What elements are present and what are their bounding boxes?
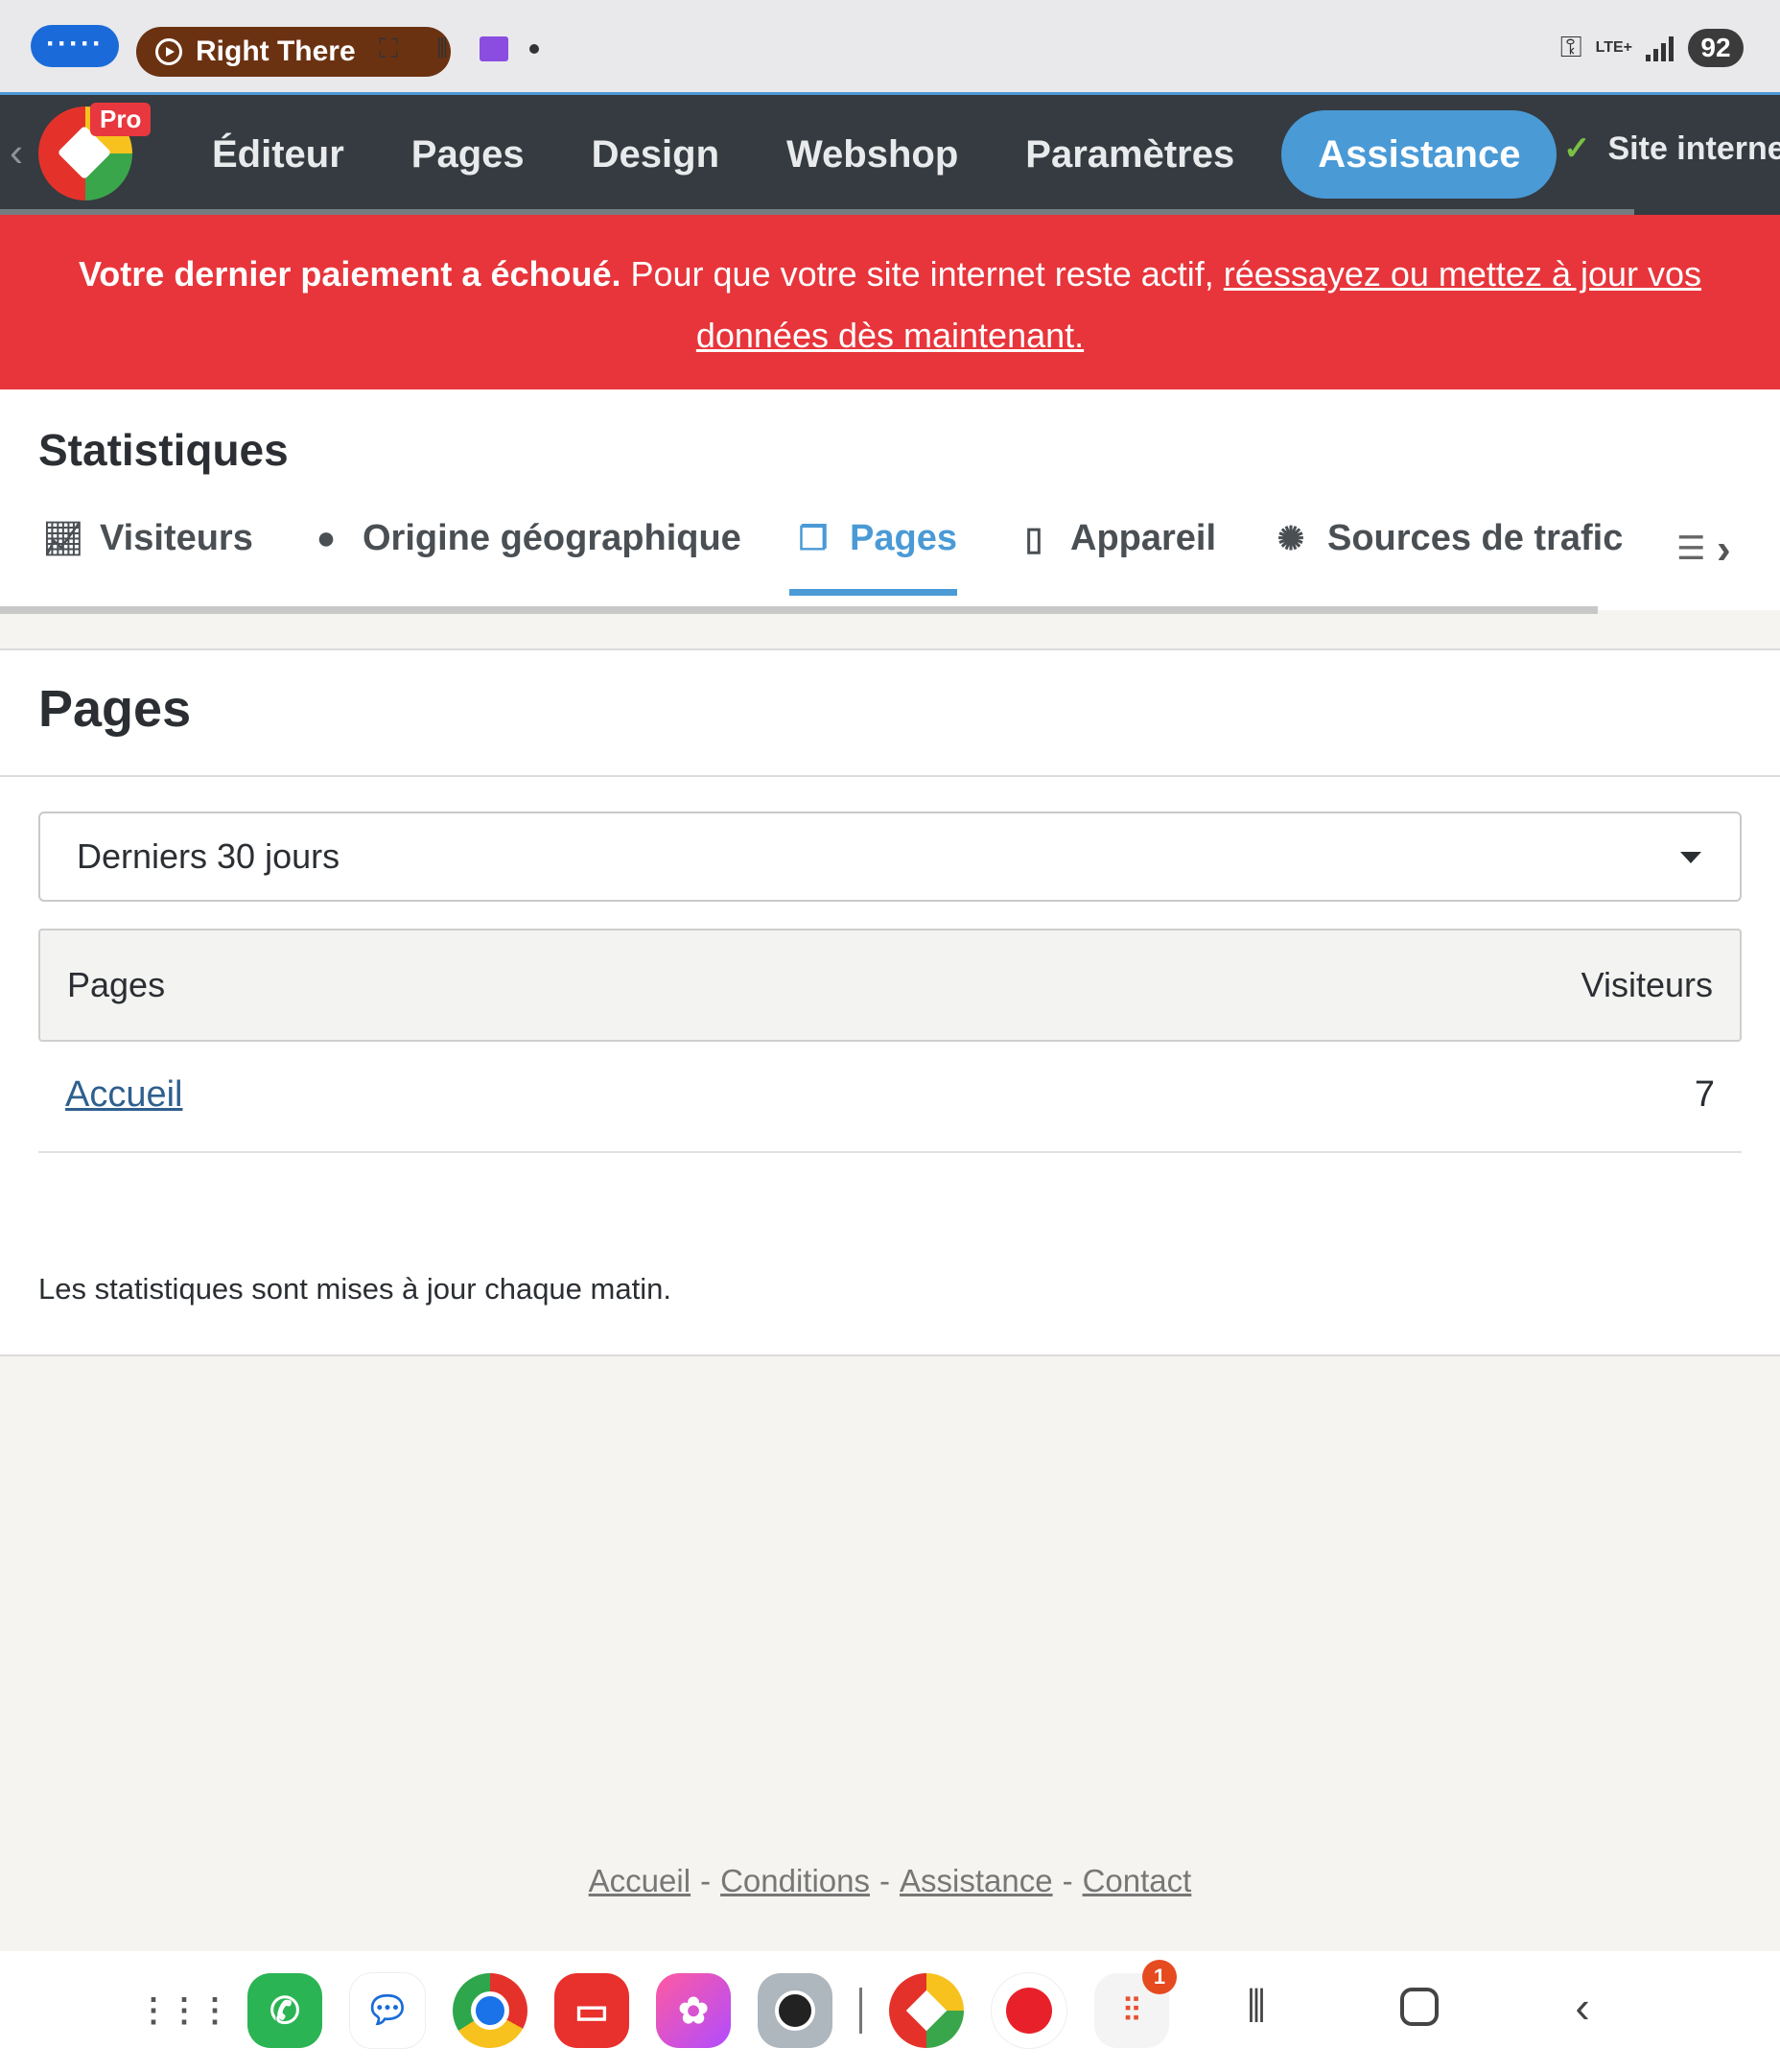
battery-level: 92 — [1688, 29, 1744, 67]
globe-icon: ● — [316, 520, 337, 556]
footer-links: Accueil - Conditions - Assistance - Contact — [0, 1863, 1780, 1899]
status-notification-icons: ⛶ ⦀ — [372, 33, 539, 65]
period-select[interactable]: Derniers 30 jours — [38, 812, 1742, 902]
tab-appareil[interactable]: ▯ Appareil — [1013, 518, 1216, 559]
payment-alert: Votre dernier paiement a échoué. Pour qu… — [0, 215, 1780, 389]
tab-origine-geographique[interactable]: ● Origine géographique — [305, 518, 741, 559]
traffic-icon: ✺ — [1276, 520, 1305, 557]
footer-link-contact[interactable]: Contact — [1083, 1863, 1192, 1898]
table-header: Pages Visiteurs — [38, 929, 1742, 1042]
alert-text: Pour que votre site internet reste actif… — [621, 254, 1224, 294]
status-pill[interactable]: ····· — [31, 25, 119, 67]
document-icon[interactable]: ☰ — [1676, 530, 1705, 568]
tab-label: Appareil — [1070, 518, 1217, 558]
app-navigation: ‹ Pro Éditeur Pages Design Webshop Param… — [0, 92, 1780, 215]
update-note: Les statistiques sont mises à jour chaqu… — [38, 1272, 671, 1306]
footer-link-conditions[interactable]: Conditions — [720, 1863, 870, 1898]
page-title: Pages — [38, 680, 192, 738]
nav-item-editeur[interactable]: Éditeur — [178, 133, 378, 177]
chevron-left-icon[interactable]: ‹ — [10, 130, 23, 176]
tab-visiteurs[interactable]: 📈︎ Visiteurs — [42, 518, 253, 559]
signal-icon — [1646, 35, 1675, 61]
table-row: Accueil 7 — [38, 1042, 1742, 1153]
check-icon: ✓ — [1563, 130, 1591, 167]
dock-separator — [859, 1988, 862, 2034]
camera-app-icon[interactable] — [758, 1973, 832, 2048]
tab-label: Origine géographique — [363, 518, 741, 558]
network-type: LTE+ — [1595, 39, 1632, 56]
nav-items: Éditeur Pages Design Webshop Paramètres … — [178, 110, 1558, 199]
gallery-app-icon[interactable]: ✿ — [656, 1973, 731, 2048]
statistics-tabs: 📈︎ Visiteurs ● Origine géographique ❐ Pages… — [0, 493, 1780, 614]
dock-apps: ⋮⋮⋮ ✆ 💬︎ ▭ ✿ ⫶⫶ 1 — [137, 1960, 1177, 2049]
screenshot-icon: ⛶ — [379, 34, 398, 63]
tabs-scrollbar[interactable] — [0, 606, 1598, 614]
period-select-value: Derniers 30 jours — [77, 836, 340, 876]
alert-bold-text: Votre dernier paiement a échoué. — [78, 254, 621, 294]
system-nav-keys: ⦀ ‹ — [1228, 1980, 1611, 2034]
separator: - — [879, 1863, 890, 1898]
home-icon[interactable] — [1400, 1988, 1439, 2026]
active-tab-indicator — [789, 589, 957, 596]
caret-down-icon — [1680, 852, 1701, 863]
statistics-title: Statistiques — [38, 425, 289, 475]
phone-app-icon[interactable]: ✆ — [247, 1973, 322, 2048]
divider — [0, 775, 1780, 777]
visitor-count: 7 — [1694, 1074, 1715, 1115]
purple-app-icon — [480, 36, 508, 61]
pages-card: Pages Derniers 30 jours Pages Visiteurs … — [0, 648, 1780, 1356]
footer-link-accueil[interactable]: Accueil — [589, 1863, 691, 1898]
site-builder-app-icon[interactable] — [889, 1973, 964, 2048]
site-status[interactable]: ✓ Site internet — [1563, 130, 1780, 168]
music-app-icon[interactable] — [991, 1972, 1067, 2049]
notification-badge: 1 — [1142, 1960, 1177, 1994]
nav-item-assistance[interactable]: Assistance — [1281, 110, 1558, 199]
chevron-right-icon[interactable]: › — [1717, 526, 1731, 574]
status-system-icons: ⚿ LTE+ 92 — [1560, 29, 1744, 67]
mobile-icon: ▯ — [1024, 520, 1043, 557]
chart-line-icon: 📈︎ — [42, 520, 84, 557]
nav-item-parametres[interactable]: Paramètres — [992, 133, 1268, 177]
nav-item-design[interactable]: Design — [558, 133, 753, 177]
vpn-key-icon: ⚿ — [1559, 32, 1582, 63]
footer-link-assistance[interactable]: Assistance — [900, 1863, 1053, 1898]
column-header-pages: Pages — [67, 965, 166, 1004]
back-icon[interactable]: ‹ — [1554, 1981, 1611, 2033]
messages-app-icon[interactable]: 💬︎ — [349, 1972, 426, 2049]
audio-wave-icon: ⦀ — [435, 34, 449, 63]
app-drawer-icon[interactable]: ⋮⋮⋮ — [137, 1973, 231, 2048]
tab-label: Sources de trafic — [1327, 518, 1624, 558]
media-title: Right There — [196, 35, 356, 67]
chrome-app-icon[interactable] — [453, 1973, 527, 2048]
pro-badge: Pro — [90, 103, 152, 136]
column-header-visiteurs: Visiteurs — [1581, 965, 1713, 1004]
site-status-label: Site internet — [1607, 130, 1780, 167]
play-icon — [155, 38, 182, 65]
equalizer-app-icon[interactable]: ⫶⫶ 1 — [1094, 1960, 1177, 2048]
separator: - — [1062, 1863, 1073, 1898]
pages-icon: ❐ — [798, 520, 829, 557]
nav-item-webshop[interactable]: Webshop — [753, 133, 992, 177]
status-bar: ····· Right There ⛶ ⦀ ⚿ LTE+ 92 — [0, 0, 1780, 92]
separator: - — [700, 1863, 712, 1898]
tab-label: Pages — [850, 518, 957, 558]
tab-label: Visiteurs — [100, 518, 253, 558]
tab-sources-de-trafic[interactable]: ✺ Sources de trafic — [1270, 518, 1624, 559]
recents-icon[interactable]: ⦀ — [1228, 1980, 1285, 2034]
statistics-header: Statistiques 📈︎ Visiteurs ● Origine géogra… — [0, 389, 1780, 614]
notes-app-icon[interactable]: ▭ — [554, 1973, 629, 2048]
tab-pages[interactable]: ❐ Pages — [792, 518, 957, 559]
page-link-accueil[interactable]: Accueil — [65, 1074, 183, 1116]
nav-item-pages[interactable]: Pages — [378, 133, 558, 177]
dot-icon — [529, 44, 539, 54]
android-taskbar: ⋮⋮⋮ ✆ 💬︎ ▭ ✿ ⫶⫶ 1 ⦀ ‹ — [0, 1951, 1780, 2072]
